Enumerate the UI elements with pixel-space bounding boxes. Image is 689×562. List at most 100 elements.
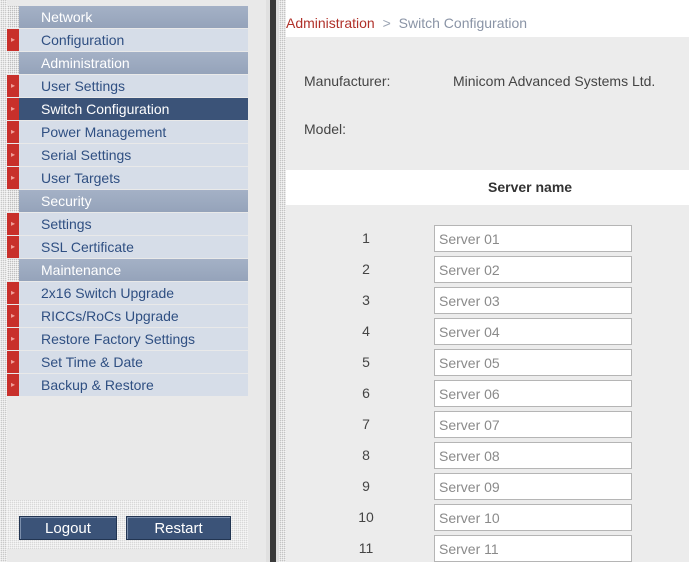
- manufacturer-value: Minicom Advanced Systems Ltd.: [453, 73, 656, 89]
- server-name-input[interactable]: [434, 256, 632, 283]
- server-row: 5: [286, 348, 689, 376]
- sidebar-item-label: RICCs/RoCs Upgrade: [41, 308, 179, 324]
- sidebar: Network ▸ Configuration Administration ▸ User…: [0, 0, 266, 562]
- section-title: Network: [41, 9, 93, 25]
- server-row: 10: [286, 503, 689, 531]
- arrow-icon: ▸: [7, 282, 19, 304]
- server-row: 4: [286, 317, 689, 345]
- section-header-network: Network: [7, 6, 248, 28]
- server-row: 1: [286, 224, 689, 252]
- server-row: 6: [286, 379, 689, 407]
- arrow-icon: ▸: [7, 213, 19, 235]
- sidebar-item-restore-factory-settings[interactable]: ▸ Restore Factory Settings: [7, 328, 248, 350]
- server-name-input[interactable]: [434, 473, 632, 500]
- sidebar-item-ssl-certificate[interactable]: ▸ SSL Certificate: [7, 236, 248, 258]
- section-title: Security: [41, 193, 92, 209]
- server-row: 9: [286, 472, 689, 500]
- breadcrumb-separator: >: [382, 15, 391, 31]
- server-number: 2: [362, 261, 370, 277]
- server-number: 5: [362, 354, 370, 370]
- sidebar-item-power-management[interactable]: ▸ Power Management: [7, 121, 248, 143]
- arrow-icon: ▸: [7, 351, 19, 373]
- sidebar-item-label: Restore Factory Settings: [41, 331, 196, 347]
- sidebar-item-label: User Targets: [41, 170, 121, 186]
- arrow-icon: ▸: [7, 236, 19, 258]
- server-number: 7: [362, 416, 370, 432]
- server-name-input[interactable]: [434, 380, 632, 407]
- sidebar-item-user-targets[interactable]: ▸ User Targets: [7, 167, 248, 189]
- section-grip: [7, 190, 19, 212]
- server-row: 2: [286, 255, 689, 283]
- server-row: 11: [286, 534, 689, 562]
- sidebar-item-serial-settings[interactable]: ▸ Serial Settings: [7, 144, 248, 166]
- server-name-input[interactable]: [434, 411, 632, 438]
- section-header-security: Security: [7, 190, 248, 212]
- sidebar-menu: Network ▸ Configuration Administration ▸ User…: [0, 6, 248, 396]
- divider-grip: [279, 0, 286, 562]
- server-number: 3: [362, 292, 370, 308]
- server-name-input[interactable]: [434, 225, 632, 252]
- arrow-icon: ▸: [7, 98, 19, 120]
- section-header-administration: Administration: [7, 52, 248, 74]
- server-name-input[interactable]: [434, 535, 632, 562]
- divider-bar: [270, 0, 276, 562]
- main-content: Administration > Switch Configuration Ma…: [286, 0, 689, 562]
- server-row: 7: [286, 410, 689, 438]
- section-title: Administration: [41, 55, 130, 71]
- breadcrumb-current: Switch Configuration: [398, 15, 528, 31]
- section-grip: [7, 52, 19, 74]
- frame-divider[interactable]: [266, 0, 286, 562]
- server-name-input[interactable]: [434, 318, 632, 345]
- arrow-icon: ▸: [7, 328, 19, 350]
- sidebar-item-riccs-rocs-upgrade[interactable]: ▸ RICCs/RoCs Upgrade: [7, 305, 248, 327]
- arrow-icon: ▸: [7, 374, 19, 396]
- server-number: 10: [358, 509, 374, 525]
- server-name-input[interactable]: [434, 349, 632, 376]
- section-header-maintenance: Maintenance: [7, 259, 248, 281]
- breadcrumb-root[interactable]: Administration: [286, 15, 375, 31]
- sidebar-item-label: Switch Configuration: [41, 101, 170, 117]
- sidebar-item-settings[interactable]: ▸ Settings: [7, 213, 248, 235]
- sidebar-actions: Logout Restart: [7, 500, 248, 549]
- restart-button[interactable]: Restart: [126, 516, 231, 540]
- server-name-input[interactable]: [434, 287, 632, 314]
- server-table-header: Server name: [286, 170, 689, 205]
- sidebar-item-switch-configuration[interactable]: ▸ Switch Configuration: [7, 98, 248, 120]
- section-title: Maintenance: [41, 262, 122, 278]
- server-name-column-header: Server name: [488, 179, 573, 195]
- sidebar-item-set-time-date[interactable]: ▸ Set Time & Date: [7, 351, 248, 373]
- arrow-icon: ▸: [7, 121, 19, 143]
- server-name-input[interactable]: [434, 442, 632, 469]
- server-name-input[interactable]: [434, 504, 632, 531]
- sidebar-item-label: Set Time & Date: [41, 354, 143, 370]
- arrow-icon: ▸: [7, 75, 19, 97]
- section-grip: [7, 6, 19, 28]
- section-grip: [7, 259, 19, 281]
- sidebar-item-user-settings[interactable]: ▸ User Settings: [7, 75, 248, 97]
- sidebar-item-label: Serial Settings: [41, 147, 132, 163]
- breadcrumb: Administration > Switch Configuration: [286, 0, 689, 37]
- sidebar-item-label: 2x16 Switch Upgrade: [41, 285, 175, 301]
- sidebar-item-configuration[interactable]: ▸ Configuration: [7, 29, 248, 51]
- server-number: 4: [362, 323, 370, 339]
- server-number: 8: [362, 447, 370, 463]
- arrow-icon: ▸: [7, 29, 19, 51]
- sidebar-item-label: Backup & Restore: [41, 377, 154, 393]
- server-number: 11: [358, 540, 374, 556]
- arrow-icon: ▸: [7, 144, 19, 166]
- sidebar-item-2x16-switch-upgrade[interactable]: ▸ 2x16 Switch Upgrade: [7, 282, 248, 304]
- manufacturer-label: Manufacturer:: [304, 73, 391, 89]
- sidebar-item-label: SSL Certificate: [41, 239, 134, 255]
- server-number: 6: [362, 385, 370, 401]
- server-row: 3: [286, 286, 689, 314]
- sidebar-item-backup-restore[interactable]: ▸ Backup & Restore: [7, 374, 248, 396]
- logout-button[interactable]: Logout: [19, 516, 117, 540]
- arrow-icon: ▸: [7, 305, 19, 327]
- sidebar-item-label: Configuration: [41, 32, 125, 48]
- model-label: Model:: [304, 121, 347, 137]
- server-number: 9: [362, 478, 370, 494]
- sidebar-item-label: Settings: [41, 216, 92, 232]
- server-row: 8: [286, 441, 689, 469]
- server-number: 1: [362, 230, 370, 246]
- sidebar-item-label: User Settings: [41, 78, 126, 94]
